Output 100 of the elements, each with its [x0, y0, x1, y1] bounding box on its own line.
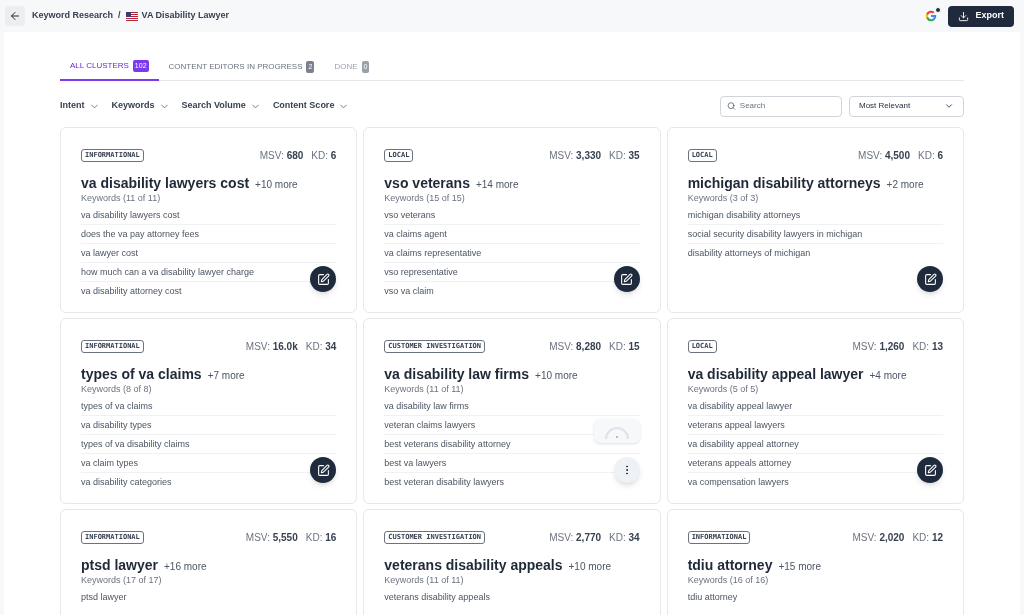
search-input[interactable]: Search	[739, 100, 835, 112]
more-link[interactable]: +14 more	[475, 177, 519, 192]
keyword-row-text: ptsd lawyer	[81, 591, 128, 604]
loading-gauge-icon	[602, 427, 631, 439]
google-icon[interactable]	[924, 9, 939, 23]
edit-icon	[620, 272, 634, 286]
filter-dropdown[interactable]: Intent	[60, 99, 100, 113]
cluster-card[interactable]	[363, 318, 661, 504]
keyword-row: va disability appeal attorney	[687, 435, 943, 454]
edit-icon	[316, 272, 330, 286]
cluster-title[interactable]: va disability lawyers cost	[81, 175, 250, 192]
more-link[interactable]: +16 more	[164, 559, 207, 574]
keyword-row: va claims agent	[384, 225, 640, 244]
export-button[interactable]: Export	[948, 5, 1014, 27]
kd-value: KD: 35	[609, 149, 640, 163]
kd-value: KD: 34	[609, 531, 640, 545]
back-button[interactable]	[5, 6, 25, 26]
keyword-row-text: veterans disability appeals	[384, 591, 491, 604]
edit-button[interactable]	[613, 266, 640, 292]
keywords-count: Keywords (11 of 11)	[384, 383, 465, 395]
keyword-row-text: disability attorneys of michigan	[687, 247, 812, 260]
download-icon	[958, 10, 970, 22]
msv-value: MSV: 5,550	[245, 531, 298, 545]
msv-value: MSV: 8,280	[549, 340, 602, 354]
keyword-row: va claims representative	[384, 244, 640, 263]
msv-value: MSV: 680	[259, 149, 304, 163]
back-icon	[9, 10, 21, 22]
kd-value: KD: 16	[305, 531, 337, 545]
keyword-row: va lawyer cost	[81, 244, 337, 263]
msv-value: MSV: 16.0k	[245, 340, 298, 354]
keyword-row: types of va claims	[81, 397, 337, 416]
keywords-count: Keywords (11 of 11)	[384, 574, 465, 586]
keywords-count: Keywords (5 of 5)	[687, 383, 760, 395]
cluster-card[interactable]	[666, 318, 964, 504]
chevron-down-icon	[944, 101, 954, 111]
cluster-title[interactable]: types of va claims	[81, 366, 202, 383]
kd-value: KD: 6	[918, 149, 943, 163]
msv-value: MSV: 2,770	[549, 531, 602, 545]
keywords-count: Keywords (3 of 3)	[687, 192, 760, 204]
cluster-card[interactable]	[60, 127, 358, 313]
edit-icon	[923, 272, 937, 286]
filter-dropdown[interactable]: Search Volume	[181, 99, 261, 113]
more-link[interactable]: +10 more	[568, 559, 612, 574]
keyword-row-text: va compensation lawyers	[687, 476, 790, 489]
cluster-title[interactable]: vso veterans	[384, 175, 470, 192]
more-link[interactable]: +2 more	[886, 177, 924, 192]
msv-value: MSV: 1,260	[852, 340, 905, 354]
kd-value: KD: 15	[609, 340, 640, 354]
search-field[interactable]: Search	[720, 95, 842, 117]
kd-value: KD: 12	[912, 531, 943, 545]
keywords-count: Keywords (17 of 17)	[81, 574, 163, 586]
keywords-count: Keywords (15 of 15)	[384, 192, 466, 204]
keyword-row: veterans appeal lawyers	[687, 416, 943, 435]
breadcrumb-link[interactable]: Keyword Research	[32, 9, 114, 23]
keyword-row-text: vso va claim	[384, 285, 435, 298]
keyword-row: social security disability lawyers in michigan	[687, 225, 943, 244]
more-link[interactable]: +4 more	[869, 368, 907, 383]
edit-icon	[316, 463, 330, 477]
keywords-count: Keywords (16 of 16)	[687, 574, 770, 586]
edit-icon	[923, 463, 937, 477]
kd-value: KD: 13	[912, 340, 943, 354]
edit-button[interactable]	[917, 266, 943, 292]
keyword-row: va disability law firms	[384, 397, 640, 416]
more-link[interactable]: +10 more	[255, 177, 298, 192]
keyword-row-text: tdiu attorney	[687, 591, 739, 604]
keywords-count: Keywords (11 of 11)	[81, 192, 162, 204]
kd-value: KD: 6	[311, 149, 337, 163]
cluster-title[interactable]: tdiu attorney	[687, 557, 773, 574]
msv-value: MSV: 2,020	[852, 531, 905, 545]
keyword-row-text: va disability attorney cost	[81, 285, 183, 298]
keyword-row-text: va disability categories	[81, 476, 173, 489]
cluster-title[interactable]: veterans disability appeals	[384, 557, 563, 574]
cluster-title[interactable]: va disability appeal lawyer	[687, 366, 864, 383]
breadcrumb-current: VA Disability Lawyer	[141, 9, 230, 23]
keyword-row: michigan disability attorneys	[687, 206, 943, 225]
edit-button[interactable]	[917, 457, 943, 483]
edit-button[interactable]	[310, 266, 337, 292]
flag-icon	[125, 11, 138, 21]
cluster-title[interactable]: ptsd lawyer	[81, 557, 159, 574]
keyword-row-text: best veteran disability lawyers	[384, 476, 505, 489]
keyword-row: does the va pay attorney fees	[81, 225, 337, 244]
kd-value: KD: 34	[305, 340, 337, 354]
msv-value: MSV: 4,500	[858, 149, 910, 163]
msv-value: MSV: 3,330	[549, 149, 602, 163]
keyword-row: vso veterans	[384, 206, 640, 225]
more-link[interactable]: +15 more	[778, 559, 821, 574]
breadcrumb-separator: /	[118, 9, 121, 23]
filter-dropdown[interactable]: Keywords	[111, 99, 170, 113]
more-link[interactable]: +10 more	[535, 368, 578, 383]
sort-dropdown[interactable]: Most Relevant	[849, 95, 964, 117]
edit-button[interactable]	[310, 457, 337, 483]
keyword-row: va disability appeal lawyer	[687, 397, 943, 416]
search-icon	[727, 101, 736, 111]
cluster-title[interactable]: va disability law firms	[384, 366, 530, 383]
cluster-title[interactable]: michigan disability attorneys	[687, 175, 881, 192]
keywords-count: Keywords (8 of 8)	[81, 383, 153, 395]
filter-dropdown[interactable]: Content Score	[272, 99, 350, 113]
keyword-row: va disability types	[81, 416, 337, 435]
keyword-row: va disability lawyers cost	[81, 206, 337, 225]
more-link[interactable]: +7 more	[207, 368, 245, 383]
